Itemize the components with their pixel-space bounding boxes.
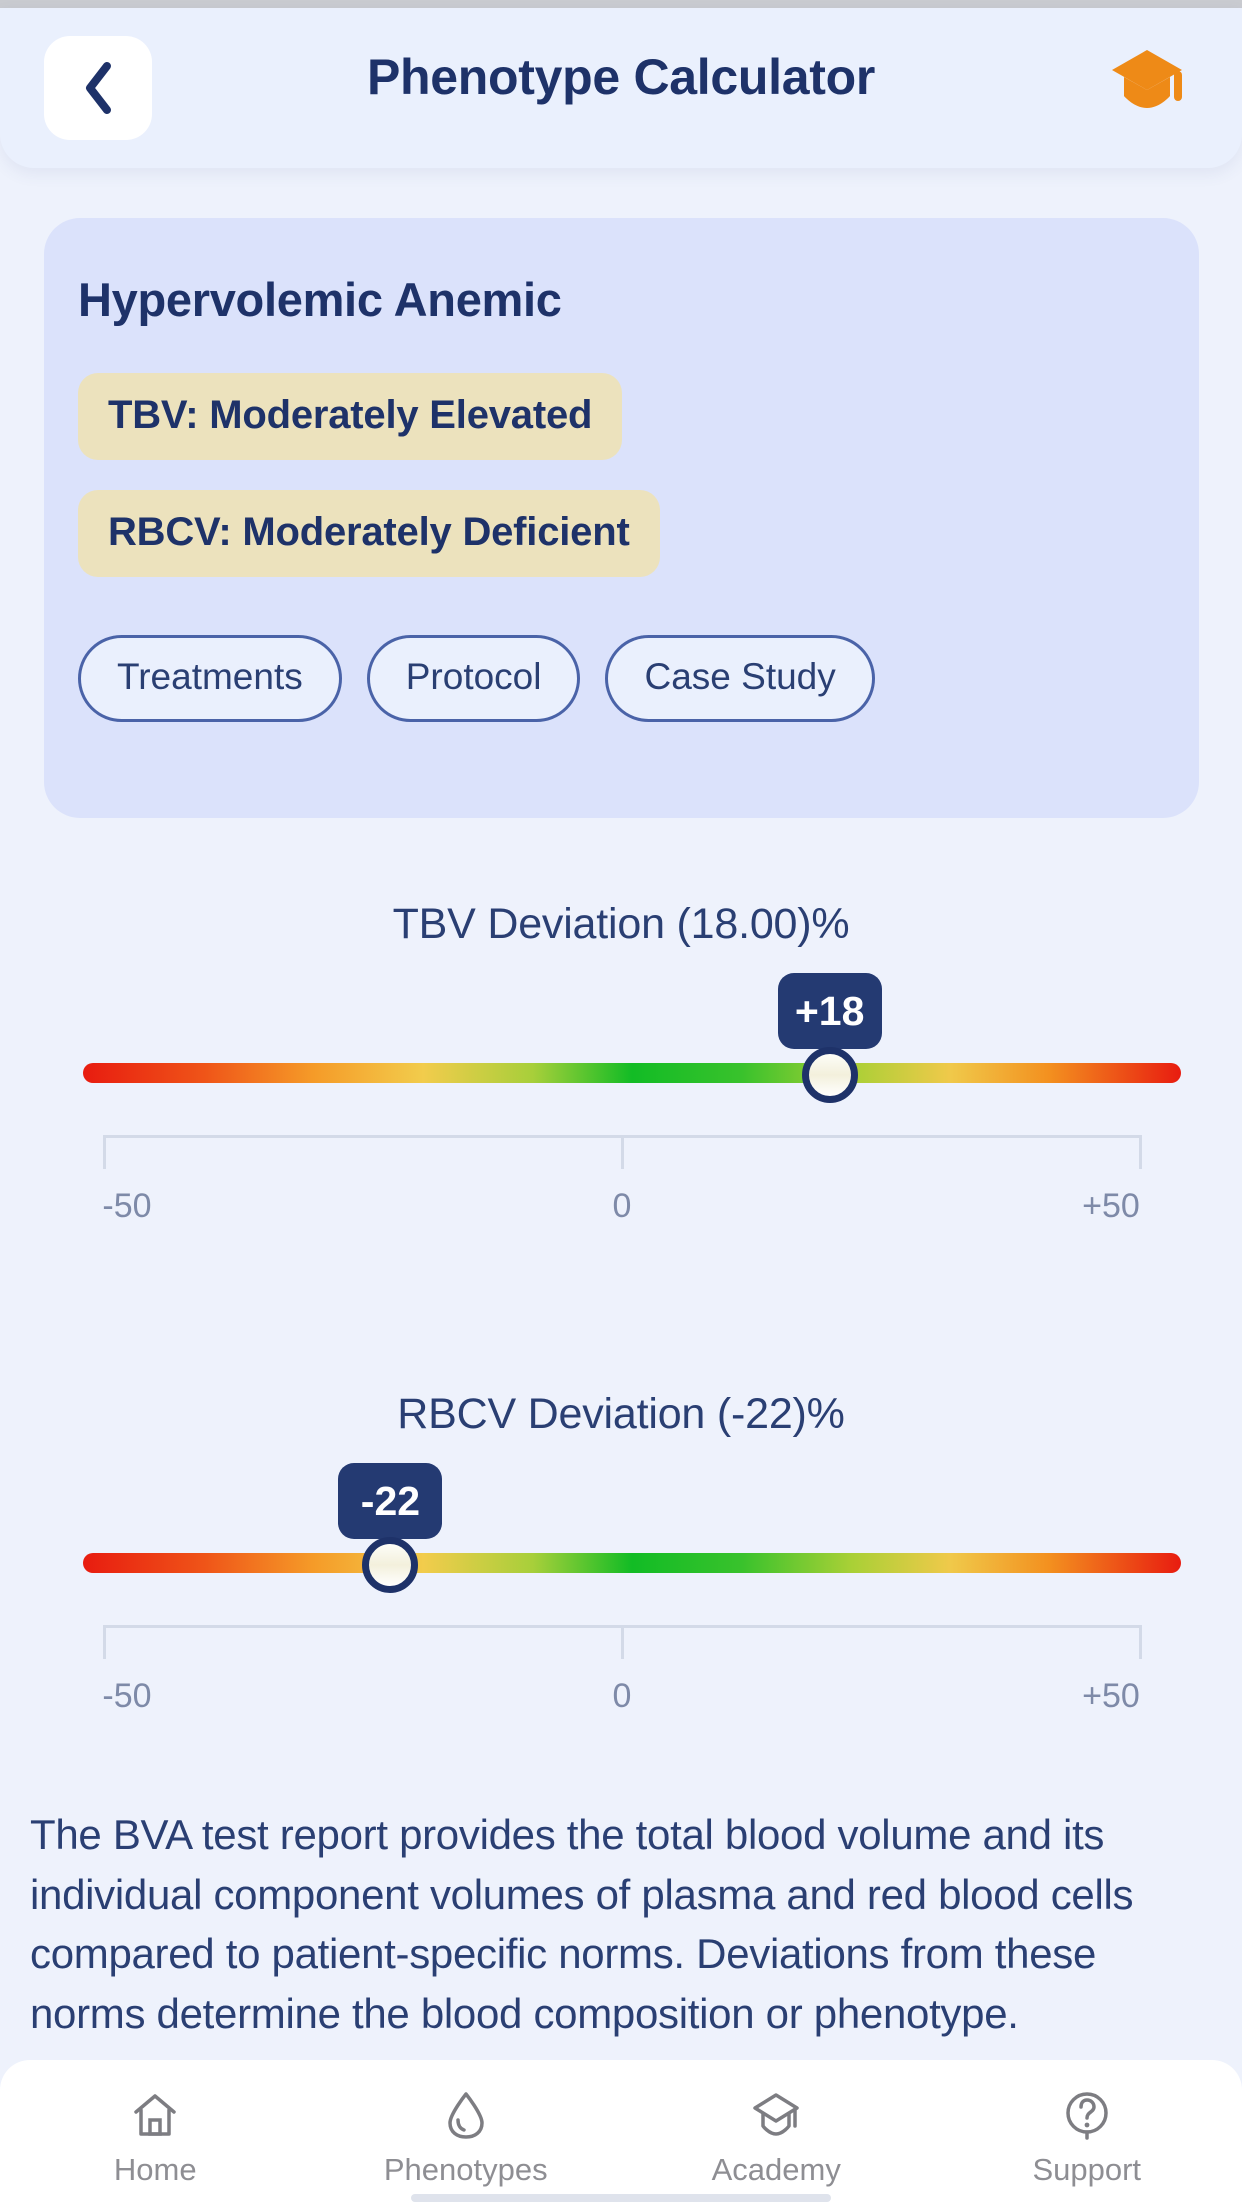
- status-badge-rbcv: RBCV: Moderately Deficient: [78, 490, 660, 577]
- treatments-button[interactable]: Treatments: [78, 635, 342, 722]
- tbv-scale-label-max: +50: [1082, 1187, 1140, 1225]
- app-header: Phenotype Calculator: [0, 8, 1242, 168]
- phenotype-card: Hypervolemic Anemic TBV: Moderately Elev…: [44, 218, 1199, 818]
- tbv-value-bubble: +18: [777, 973, 882, 1049]
- tbv-scale: -50 0 +50: [81, 1135, 1161, 1245]
- tbv-scale-label-zero: 0: [612, 1187, 632, 1225]
- tbv-slider-thumb[interactable]: [801, 1047, 858, 1103]
- rbcv-slider[interactable]: -22: [61, 1463, 1181, 1617]
- rbcv-slider-track[interactable]: [83, 1553, 1181, 1573]
- tick-zero: [621, 1135, 624, 1169]
- tick-min: [103, 1135, 106, 1169]
- card-action-row: Treatments Protocol Case Study: [78, 635, 1199, 722]
- tick-zero: [621, 1625, 624, 1659]
- nav-label-academy: Academy: [711, 2152, 841, 2187]
- tick-max: [1139, 1135, 1142, 1169]
- nav-label-home: Home: [113, 2152, 197, 2187]
- nav-label-support: Support: [1032, 2152, 1142, 2187]
- tbv-slider-section: TBV Deviation (18.00)% +18 -50 0 +50: [0, 900, 1242, 1245]
- rbcv-slider-section: RBCV Deviation (-22)% -22 -50 0 +50: [0, 1390, 1242, 1735]
- rbcv-scale: -50 0 +50: [81, 1625, 1161, 1735]
- rbcv-value-bubble: -22: [338, 1463, 443, 1539]
- bottom-navigation: Home Phenotypes Academy Support: [0, 2060, 1242, 2208]
- rbcv-slider-label: RBCV Deviation (-22)%: [397, 1390, 845, 1438]
- description-text: The BVA test report provides the total b…: [30, 1811, 1134, 2037]
- academy-logo-button[interactable]: [1108, 46, 1186, 118]
- nav-label-phenotypes: Phenotypes: [383, 2152, 548, 2187]
- rbcv-scale-label-max: +50: [1082, 1677, 1140, 1715]
- rbcv-scale-label-min: -50: [102, 1677, 152, 1715]
- rbcv-scale-label-zero: 0: [612, 1677, 632, 1715]
- nav-item-phenotypes[interactable]: Phenotypes: [311, 2060, 622, 2208]
- page-title: Phenotype Calculator: [367, 49, 875, 105]
- app-screen: Phenotype Calculator Hypervolemic Anemic…: [0, 0, 1242, 2208]
- graduation-cap-icon: [1108, 44, 1186, 121]
- rbcv-slider-thumb[interactable]: [362, 1537, 419, 1593]
- nav-item-home[interactable]: Home: [0, 2060, 311, 2208]
- case-study-button[interactable]: Case Study: [605, 635, 875, 722]
- graduation-cap-icon: [749, 2088, 803, 2142]
- status-badge-tbv: TBV: Moderately Elevated: [78, 373, 623, 460]
- droplet-icon: [439, 2088, 493, 2142]
- nav-item-academy[interactable]: Academy: [621, 2060, 932, 2208]
- nav-item-support[interactable]: Support: [932, 2060, 1242, 2208]
- protocol-button[interactable]: Protocol: [366, 635, 581, 722]
- tick-min: [103, 1625, 106, 1659]
- phenotype-name: Hypervolemic Anemic: [78, 273, 562, 326]
- home-indicator: [411, 2194, 831, 2202]
- tbv-scale-label-min: -50: [102, 1187, 152, 1225]
- question-circle-icon: [1060, 2088, 1114, 2142]
- tbv-slider-track[interactable]: [83, 1063, 1181, 1083]
- tbv-slider-label: TBV Deviation (18.00)%: [392, 900, 850, 948]
- tick-max: [1139, 1625, 1142, 1659]
- status-bar: [0, 0, 1242, 8]
- tbv-slider[interactable]: +18: [61, 973, 1181, 1127]
- home-icon: [128, 2088, 182, 2142]
